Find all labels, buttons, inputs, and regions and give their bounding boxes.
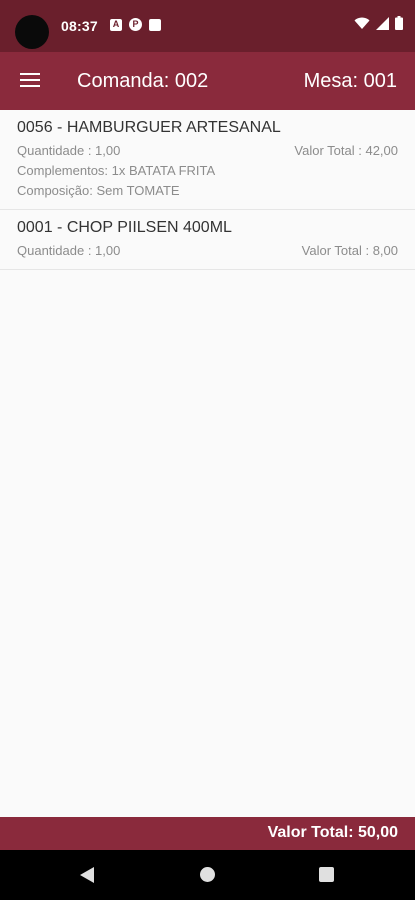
app-screen: 08:37 A P Comanda: 002 Mesa: 001 0056 - … bbox=[0, 0, 415, 900]
table-label: Mesa: 001 bbox=[303, 70, 397, 92]
item-total: Valor Total : 42,00 bbox=[294, 143, 398, 158]
status-time: 08:37 bbox=[61, 18, 98, 34]
page-title: Comanda: 002 bbox=[77, 70, 209, 92]
home-icon[interactable] bbox=[200, 867, 215, 882]
item-composition: Composição: Sem TOMATE bbox=[17, 183, 180, 198]
battery-icon bbox=[395, 16, 403, 30]
order-items-list: 0056 - HAMBURGUER ARTESANAL Quantidade :… bbox=[0, 110, 415, 270]
sim-card-icon bbox=[149, 18, 161, 31]
recents-icon[interactable] bbox=[319, 867, 334, 882]
status-bar: 08:37 A P bbox=[0, 0, 415, 52]
item-title: 0056 - HAMBURGUER ARTESANAL bbox=[17, 119, 281, 136]
status-system-icons bbox=[354, 16, 403, 30]
item-complements: Complementos: 1x BATATA FRITA bbox=[17, 163, 216, 178]
item-title: 0001 - CHOP PIILSEN 400ML bbox=[17, 219, 232, 236]
order-item[interactable]: 0056 - HAMBURGUER ARTESANAL Quantidade :… bbox=[0, 110, 415, 210]
notification-a-icon: A bbox=[110, 18, 122, 31]
order-total: Valor Total: 50,00 bbox=[267, 824, 398, 841]
signal-icon bbox=[376, 16, 389, 30]
notification-p-icon: P bbox=[129, 18, 142, 31]
item-total: Valor Total : 8,00 bbox=[301, 243, 398, 258]
item-quantity: Quantidade : 1,00 bbox=[17, 143, 121, 158]
total-footer: Valor Total: 50,00 bbox=[0, 817, 415, 850]
order-item[interactable]: 0001 - CHOP PIILSEN 400ML Quantidade : 1… bbox=[0, 210, 415, 270]
menu-icon[interactable] bbox=[20, 73, 40, 89]
status-notification-icons: A P bbox=[110, 18, 161, 31]
back-icon[interactable] bbox=[80, 867, 94, 883]
camera-cutout bbox=[15, 15, 49, 49]
system-nav-bar bbox=[0, 850, 415, 900]
item-quantity: Quantidade : 1,00 bbox=[17, 243, 121, 258]
wifi-icon bbox=[354, 17, 370, 29]
app-bar: Comanda: 002 Mesa: 001 bbox=[0, 52, 415, 110]
